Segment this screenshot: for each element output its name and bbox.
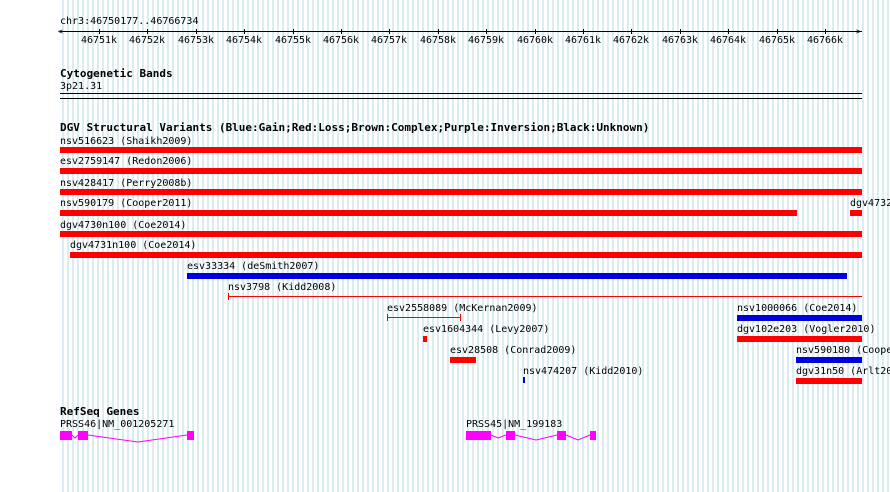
ruler-position: chr3:46750177..46766734 — [60, 16, 199, 27]
dgv-track-title[interactable]: DGV Structural Variants (Blue:Gain;Red:L… — [60, 122, 649, 134]
tick-label: 46756k — [322, 35, 360, 46]
variant-bar[interactable] — [423, 336, 427, 342]
tick-mark — [486, 29, 487, 34]
variant-bar[interactable] — [796, 357, 862, 363]
variant-bar[interactable] — [60, 210, 797, 216]
tick-mark — [293, 29, 294, 34]
variant-label[interactable]: esv33334 (deSmith2007) — [187, 261, 319, 272]
tick-mark — [147, 29, 148, 34]
variant-bar[interactable] — [450, 357, 476, 363]
cytoband-line-top — [60, 93, 862, 94]
variant-label[interactable]: nsv516623 (Shaikh2009) — [60, 136, 192, 147]
tick-label: 46754k — [225, 35, 263, 46]
intron-line — [87, 434, 188, 443]
gene-exon[interactable] — [60, 431, 72, 440]
tick-label: 46757k — [370, 35, 408, 46]
tick-label: 46761k — [564, 35, 602, 46]
variant-label[interactable]: nsv1000066 (Coe2014) — [737, 303, 857, 314]
variant-bar[interactable] — [523, 377, 525, 383]
variant-label[interactable]: nsv474207 (Kidd2010) — [523, 366, 643, 377]
tick-label: 46765k — [758, 35, 796, 46]
ruler-left-arrow-icon: < — [58, 27, 63, 36]
cytoband-track-title[interactable]: Cytogenetic Bands — [60, 68, 173, 80]
gene-label[interactable]: PRSS45|NM_199183 — [466, 419, 562, 430]
variant-bar[interactable] — [737, 315, 862, 321]
tick-mark — [535, 29, 536, 34]
gene-exon[interactable] — [590, 431, 596, 440]
variant-label[interactable]: dgv4730n100 (Coe2014) — [60, 220, 186, 231]
variant-label[interactable]: dgv4732 — [850, 198, 890, 209]
gene-exon[interactable] — [506, 431, 515, 440]
tick-label: 46755k — [274, 35, 312, 46]
variant-label[interactable]: dgv102e203 (Vogler2010) — [737, 324, 875, 335]
variant-bar[interactable] — [60, 168, 862, 174]
variant-bar[interactable] — [60, 189, 862, 195]
tick-label: 46766k — [806, 35, 844, 46]
tick-label: 46752k — [128, 35, 166, 46]
variant-bar[interactable] — [796, 378, 862, 384]
variant-bar[interactable] — [850, 210, 862, 216]
tick-mark — [825, 29, 826, 34]
tick-mark — [680, 29, 681, 34]
tick-mark — [728, 29, 729, 34]
variant-label[interactable]: nsv428417 (Perry2008b) — [60, 178, 192, 189]
tick-label: 46764k — [709, 35, 747, 46]
intron-line — [565, 434, 591, 441]
variant-label[interactable]: nsv590179 (Cooper2011) — [60, 198, 192, 209]
gene-label[interactable]: PRSS46|NM_001205271 — [60, 419, 174, 430]
tick-label: 46760k — [516, 35, 554, 46]
gene-exon[interactable] — [466, 431, 491, 440]
tick-mark — [196, 29, 197, 34]
gene-exon[interactable] — [187, 431, 194, 440]
tick-mark — [631, 29, 632, 34]
tick-label: 46751k — [80, 35, 118, 46]
tick-label: 46753k — [177, 35, 215, 46]
refseq-track-title[interactable]: RefSeq Genes — [60, 406, 139, 418]
variant-label[interactable]: esv28508 (Conrad2009) — [450, 345, 576, 356]
variant-bar[interactable] — [187, 273, 847, 279]
tick-label: 46763k — [661, 35, 699, 46]
gene-exon[interactable] — [557, 431, 566, 440]
variant-end-cap — [460, 314, 461, 321]
variant-bar[interactable] — [737, 336, 862, 342]
tick-mark — [244, 29, 245, 34]
variant-bar[interactable] — [60, 147, 862, 153]
intron-line — [514, 434, 558, 441]
variant-bar[interactable] — [70, 252, 862, 258]
variant-label[interactable]: nsv3798 (Kidd2008) — [228, 282, 336, 293]
variant-label[interactable]: nsv590180 (Coope — [796, 345, 890, 356]
tick-label: 46758k — [419, 35, 457, 46]
tick-mark — [99, 29, 100, 34]
ruler-axis — [60, 31, 862, 32]
gene-exon[interactable] — [78, 431, 88, 440]
tick-mark — [389, 29, 390, 34]
cytoband-line-bottom — [60, 98, 862, 99]
variant-label[interactable]: esv1604344 (Levy2007) — [423, 324, 549, 335]
tick-mark — [583, 29, 584, 34]
cytoband-label: 3p21.31 — [60, 81, 103, 92]
ruler-right-arrow-icon: > — [856, 27, 861, 36]
variant-label[interactable]: dgv31n50 (Arlt20 — [796, 366, 890, 377]
variant-label[interactable]: esv2759147 (Redon2006) — [60, 156, 192, 167]
tick-mark — [341, 29, 342, 34]
tick-mark — [438, 29, 439, 34]
tick-label: 46762k — [612, 35, 650, 46]
intron-line — [490, 434, 507, 439]
tick-mark — [777, 29, 778, 34]
variant-bar[interactable] — [387, 317, 461, 318]
variant-label[interactable]: esv2558089 (McKernan2009) — [387, 303, 538, 314]
variant-label[interactable]: dgv4731n100 (Coe2014) — [70, 240, 196, 251]
tick-label: 46759k — [467, 35, 505, 46]
variant-bar[interactable] — [60, 231, 862, 237]
variant-bar[interactable] — [228, 296, 862, 297]
